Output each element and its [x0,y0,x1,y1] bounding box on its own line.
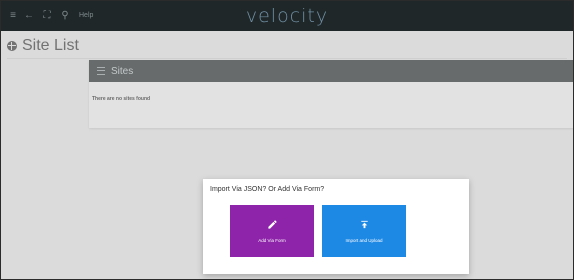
modal-title: Import Via JSON? Or Add Via Form? [210,186,325,193]
upload-icon [360,220,368,229]
top-bar: ≡ ← ⛶ ⚲ Help velocity [1,1,573,31]
import-and-upload-button[interactable]: Import and Upload [322,205,406,257]
import-modal: Import Via JSON? Or Add Via Form? Add Vi… [203,179,469,274]
add-via-form-label: Add Via Form [258,238,286,243]
pencil-icon [267,220,277,229]
add-via-form-button[interactable]: Add Via Form [230,205,314,257]
import-and-upload-label: Import and Upload [345,238,383,243]
brand-logo: velocity [245,5,329,27]
app-window: ≡ ← ⛶ ⚲ Help velocity Site List Sites Th… [0,0,574,280]
